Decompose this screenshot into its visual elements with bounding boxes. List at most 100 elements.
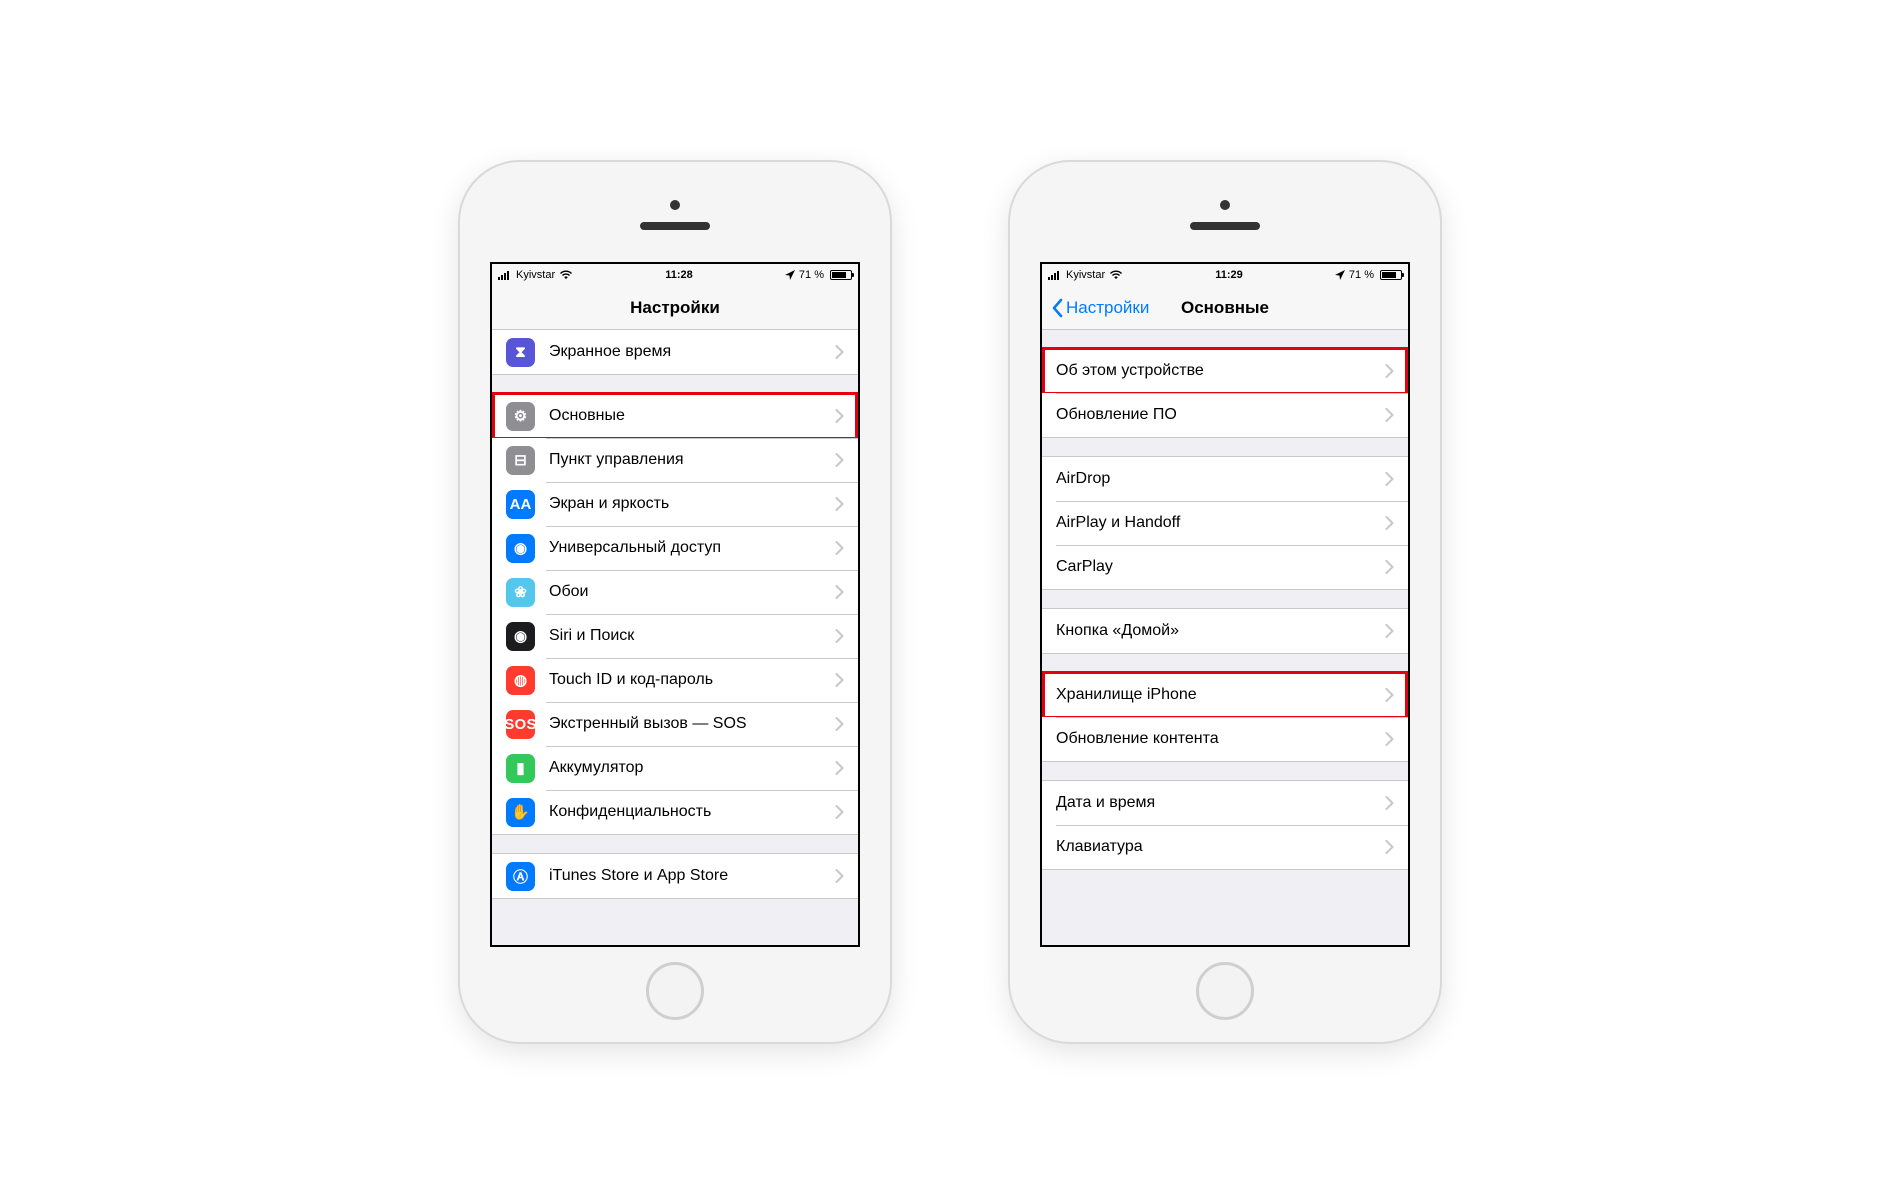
row-wallpaper[interactable]: ❀ Обои bbox=[492, 570, 858, 614]
settings-list[interactable]: ⧗ Экранное время ⚙Основные ⊟ Пункт управлени… bbox=[492, 330, 858, 945]
row-label: Кнопка «Домой» bbox=[1056, 622, 1385, 640]
row-label: Экранное время bbox=[549, 343, 835, 361]
carrier-label: Kyivstar bbox=[1066, 269, 1105, 281]
battery-icon bbox=[828, 270, 852, 280]
row-background-refresh[interactable]: Обновление контента bbox=[1042, 717, 1408, 761]
status-bar: Kyivstar 11:28 71 % bbox=[492, 264, 858, 286]
row-screentime[interactable]: ⧗ Экранное время bbox=[492, 330, 858, 374]
nav-bar: Настройки Основные bbox=[1042, 286, 1408, 330]
chevron-right-icon bbox=[1385, 624, 1394, 638]
row-control-center[interactable]: ⊟ Пункт управления bbox=[492, 438, 858, 482]
general-list[interactable]: Об этом устройствеОбновление ПОAirDropAi… bbox=[1042, 330, 1408, 945]
chevron-right-icon bbox=[1385, 796, 1394, 810]
chevron-right-icon bbox=[1385, 472, 1394, 486]
settings-group: ⧗ Экранное время bbox=[492, 330, 858, 375]
wifi-icon bbox=[559, 270, 573, 280]
row-airdrop[interactable]: AirDrop bbox=[1042, 457, 1408, 501]
settings-group: Хранилище iPhoneОбновление контента bbox=[1042, 672, 1408, 762]
settings-group: Об этом устройстве Обновление ПО bbox=[1042, 348, 1408, 438]
battery-percent: 71 % bbox=[799, 269, 824, 281]
privacy-icon: ✋ bbox=[506, 798, 535, 827]
screen-left: Kyivstar 11:28 71 % Настройки ⧗ Экранное … bbox=[490, 262, 860, 947]
row-label: Конфиденциальность bbox=[549, 803, 835, 821]
chevron-right-icon bbox=[835, 409, 844, 423]
battery-icon: ▮ bbox=[506, 754, 535, 783]
accessibility-icon: ◉ bbox=[506, 534, 535, 563]
back-label: Настройки bbox=[1066, 298, 1149, 318]
camera-dot bbox=[1220, 200, 1230, 210]
row-privacy[interactable]: ✋ Конфиденциальность bbox=[492, 790, 858, 834]
row-label: Клавиатура bbox=[1056, 838, 1385, 856]
display-icon: AA bbox=[506, 490, 535, 519]
speaker-slit bbox=[1190, 222, 1260, 230]
row-airplay-handoff[interactable]: AirPlay и Handoff bbox=[1042, 501, 1408, 545]
row-touchid[interactable]: ◍ Touch ID и код-пароль bbox=[492, 658, 858, 702]
row-itunes[interactable]: ⒶiTunes Store и App Store bbox=[492, 854, 858, 898]
row-about[interactable]: Об этом устройстве bbox=[1042, 349, 1408, 393]
row-label: Пункт управления bbox=[549, 451, 835, 469]
camera-dot bbox=[670, 200, 680, 210]
row-display[interactable]: AA Экран и яркость bbox=[492, 482, 858, 526]
clock: 11:29 bbox=[1215, 269, 1243, 281]
row-label: Универсальный доступ bbox=[549, 539, 835, 557]
row-carplay[interactable]: CarPlay bbox=[1042, 545, 1408, 589]
home-button[interactable] bbox=[1196, 962, 1254, 1020]
speaker-slit bbox=[640, 222, 710, 230]
carrier-label: Kyivstar bbox=[516, 269, 555, 281]
row-accessibility[interactable]: ◉ Универсальный доступ bbox=[492, 526, 858, 570]
row-label: Обновление ПО bbox=[1056, 406, 1385, 424]
row-label: Основные bbox=[549, 407, 835, 425]
chevron-left-icon bbox=[1050, 298, 1064, 318]
nav-bar: Настройки bbox=[492, 286, 858, 330]
screentime-icon: ⧗ bbox=[506, 338, 535, 367]
row-label: AirPlay и Handoff bbox=[1056, 514, 1385, 532]
chevron-right-icon bbox=[1385, 364, 1394, 378]
row-iphone-storage[interactable]: Хранилище iPhone bbox=[1042, 673, 1408, 717]
row-home-button[interactable]: Кнопка «Домой» bbox=[1042, 609, 1408, 653]
battery-icon bbox=[1378, 270, 1402, 280]
itunes-icon: Ⓐ bbox=[506, 862, 535, 891]
row-label: Обои bbox=[549, 583, 835, 601]
home-button[interactable] bbox=[646, 962, 704, 1020]
row-keyboard[interactable]: Клавиатура bbox=[1042, 825, 1408, 869]
clock: 11:28 bbox=[665, 269, 693, 281]
chevron-right-icon bbox=[1385, 732, 1394, 746]
row-label: Экран и яркость bbox=[549, 495, 835, 513]
settings-group: ⚙Основные ⊟ Пункт управления AA Экран и ярко… bbox=[492, 393, 858, 835]
row-battery[interactable]: ▮Аккумулятор bbox=[492, 746, 858, 790]
battery-percent: 71 % bbox=[1349, 269, 1374, 281]
row-sos[interactable]: SOSЭкстренный вызов — SOS bbox=[492, 702, 858, 746]
settings-group: AirDrop AirPlay и Handoff CarPlay bbox=[1042, 456, 1408, 590]
chevron-right-icon bbox=[835, 869, 844, 883]
row-general[interactable]: ⚙Основные bbox=[492, 394, 858, 438]
control-center-icon: ⊟ bbox=[506, 446, 535, 475]
status-bar: Kyivstar 11:29 71 % bbox=[1042, 264, 1408, 286]
row-label: Дата и время bbox=[1056, 794, 1385, 812]
chevron-right-icon bbox=[1385, 840, 1394, 854]
siri-icon: ◉ bbox=[506, 622, 535, 651]
settings-group: Кнопка «Домой» bbox=[1042, 608, 1408, 654]
wallpaper-icon: ❀ bbox=[506, 578, 535, 607]
settings-group: ⒶiTunes Store и App Store bbox=[492, 853, 858, 899]
row-label: iTunes Store и App Store bbox=[549, 867, 835, 885]
row-date-time[interactable]: Дата и время bbox=[1042, 781, 1408, 825]
wifi-icon bbox=[1109, 270, 1123, 280]
chevron-right-icon bbox=[835, 673, 844, 687]
phone-right: Kyivstar 11:29 71 % Настройки О bbox=[1010, 162, 1440, 1042]
page-title: Настройки bbox=[630, 298, 720, 318]
chevron-right-icon bbox=[835, 717, 844, 731]
row-label: CarPlay bbox=[1056, 558, 1385, 576]
row-label: Touch ID и код-пароль bbox=[549, 671, 835, 689]
row-siri[interactable]: ◉Siri и Поиск bbox=[492, 614, 858, 658]
chevron-right-icon bbox=[835, 497, 844, 511]
row-software-update[interactable]: Обновление ПО bbox=[1042, 393, 1408, 437]
chevron-right-icon bbox=[835, 805, 844, 819]
touchid-icon: ◍ bbox=[506, 666, 535, 695]
chevron-right-icon bbox=[835, 345, 844, 359]
chevron-right-icon bbox=[835, 629, 844, 643]
chevron-right-icon bbox=[835, 541, 844, 555]
row-label: Об этом устройстве bbox=[1056, 362, 1385, 380]
signal-bars-icon bbox=[498, 270, 512, 280]
location-icon bbox=[785, 270, 795, 280]
back-button[interactable]: Настройки bbox=[1050, 298, 1149, 318]
